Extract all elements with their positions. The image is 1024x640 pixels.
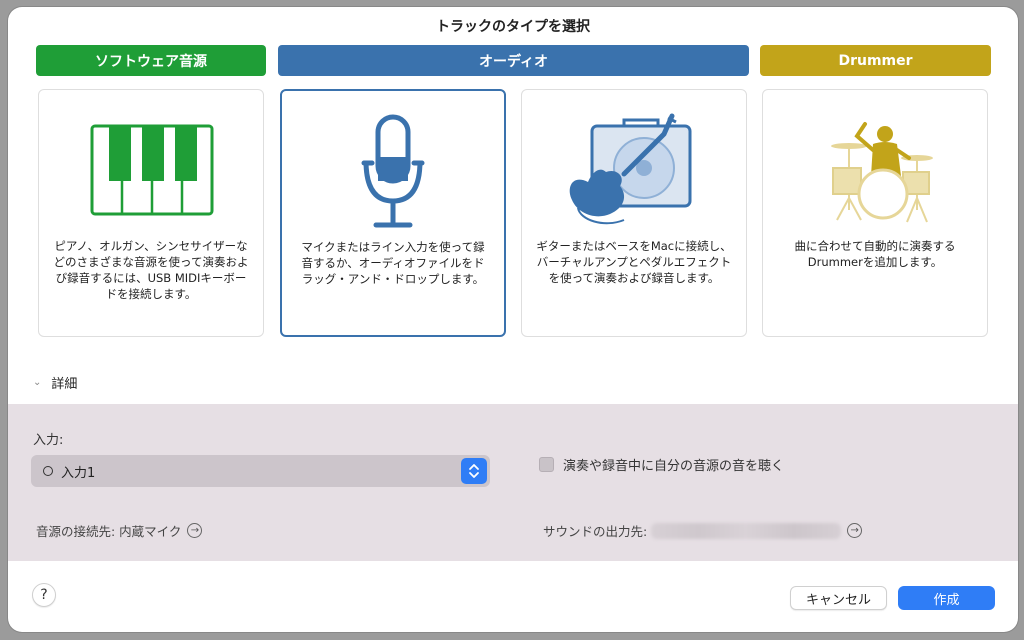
card-drummer[interactable]: 曲に合わせて自動的に演奏するDrummerを追加します。 (762, 89, 988, 337)
guitar-amp-icon (569, 113, 692, 225)
input-select-value: 入力1 (61, 465, 96, 481)
input-label: 入力: (33, 433, 64, 448)
sound-output-label: サウンドの出力先: (543, 524, 648, 539)
card-software-instrument[interactable]: ピアノ、オルガン、シンセサイザーなどのさまざまな音源を使って演奏および録音するに… (38, 89, 264, 337)
source-connection-label: 音源の接続先: 内蔵マイク (36, 524, 182, 539)
card-description: 曲に合わせて自動的に演奏するDrummerを追加します。 (794, 239, 956, 269)
arrow-right-circle-icon[interactable]: → (847, 523, 863, 538)
category-drummer[interactable]: Drummer (760, 45, 991, 76)
track-type-dialog: トラックのタイプを選択 ソフトウェア音源 オーディオ Drummer ピアノ、オ… (8, 7, 1018, 632)
chevron-down-icon: ⌄ (33, 377, 42, 388)
drummer-icon (831, 122, 933, 223)
details-panel: 入力: 入力1 演奏や録音中に自分の音源の音を聴く 音源の接続先: 内蔵マイク … (8, 404, 1018, 561)
microphone-icon (361, 114, 425, 228)
source-connection: 音源の接続先: 内蔵マイク → (36, 521, 203, 540)
card-guitar-bass[interactable]: ギターまたはベースをMacに接続し、バーチャルアンプとペダルエフェクトを使って演… (521, 89, 747, 337)
sound-output: サウンドの出力先: → (543, 521, 863, 540)
dialog-title: トラックのタイプを選択 (436, 19, 590, 35)
card-description: マイクまたはライン入力を使って録音するか、オーディオファイルをドラッグ・アンド・… (301, 240, 485, 286)
card-audio[interactable]: マイクまたはライン入力を使って録音するか、オーディオファイルをドラッグ・アンド・… (280, 89, 506, 337)
card-description: ピアノ、オルガン、シンセサイザーなどのさまざまな音源を使って演奏および録音するに… (53, 239, 249, 301)
card-description: ギターまたはベースをMacに接続し、バーチャルアンプとペダルエフェクトを使って演… (536, 239, 732, 285)
monitor-checkbox[interactable] (539, 457, 554, 472)
category-audio[interactable]: オーディオ (278, 45, 749, 76)
details-disclosure[interactable]: ⌄ 詳細 (33, 373, 77, 392)
monitor-label: 演奏や録音中に自分の音源の音を聴く (563, 459, 785, 474)
create-button[interactable]: 作成 (898, 586, 995, 610)
details-label: 詳細 (51, 377, 78, 392)
arrow-right-circle-icon[interactable]: → (187, 523, 203, 538)
cancel-button[interactable]: キャンセル (790, 586, 887, 610)
category-software-instrument[interactable]: ソフトウェア音源 (36, 45, 266, 76)
help-button[interactable]: ? (32, 583, 56, 607)
input-select[interactable]: 入力1 (31, 455, 490, 487)
mono-input-icon (43, 466, 53, 476)
redacted-device-name (651, 522, 842, 539)
select-stepper-icon[interactable] (461, 458, 487, 484)
monitor-checkbox-row[interactable]: 演奏や録音中に自分の音源の音を聴く (539, 455, 784, 474)
piano-keyboard-icon (90, 124, 214, 216)
